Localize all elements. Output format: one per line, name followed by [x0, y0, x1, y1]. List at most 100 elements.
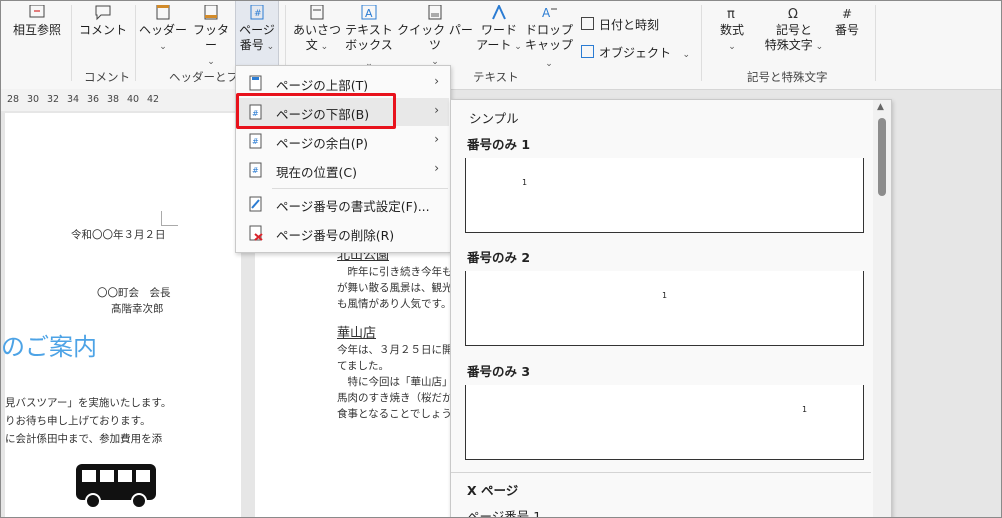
scrollbar-thumb[interactable] — [878, 118, 886, 196]
textbox-icon: A — [361, 5, 377, 20]
margin-marker — [161, 211, 178, 226]
document-author: 髙階幸次郎 — [111, 303, 164, 315]
symbol-label-2: 特殊文字 — [764, 38, 813, 52]
footer-icon — [204, 5, 218, 20]
section-line: が舞い散る風景は、観光 — [337, 282, 453, 294]
cross-reference-icon — [29, 5, 45, 18]
symbols-group-label: 記号と特殊文字 — [747, 70, 828, 84]
ruler-tick: 38 — [107, 94, 120, 105]
section-line: 昨年に引き続き今年も — [337, 266, 453, 278]
chevron-right-icon: › — [434, 74, 439, 88]
scroll-up-arrow-icon[interactable]: ▲ — [877, 102, 884, 112]
chevron-down-icon: ⌄ — [207, 57, 215, 67]
number-label: 番号 — [834, 23, 859, 37]
page-number-button[interactable]: # ページ 番号 ⌄ — [235, 1, 279, 66]
dropcap-label-1: ドロップ — [525, 23, 574, 37]
group-separator — [71, 5, 72, 81]
cross-reference-button[interactable]: 相互参照 — [9, 5, 65, 38]
comment-icon — [95, 5, 111, 21]
section-line: 今年は、３月２５日に開 — [337, 344, 453, 356]
comment-button[interactable]: コメント — [77, 5, 129, 38]
object-button[interactable]: オブジェクト ⌄ — [581, 45, 691, 63]
gallery-item-plain-number-1[interactable]: 1 — [465, 158, 864, 233]
dropcap-icon: A — [542, 6, 557, 20]
chevron-down-icon: ⌄ — [159, 42, 167, 52]
ruler-tick: 40 — [127, 94, 140, 105]
ruler-tick: 42 — [147, 94, 160, 105]
dropcap-button[interactable]: A ドロップ キャップ ⌄ — [525, 5, 573, 72]
chevron-down-icon: ⌄ — [263, 42, 275, 52]
document-date: 令和〇〇年３月２日 — [71, 229, 166, 241]
dropcap-label-2: キャップ — [525, 38, 574, 52]
menu-item-label: ページの上部(T) — [276, 78, 369, 93]
document-page-2[interactable]: 北山公園 昨年に引き続き今年も が舞い散る風景は、観光 も風情があり人気です。 … — [255, 236, 455, 517]
textbox-button[interactable]: A テキスト ボックス ⌄ — [343, 5, 395, 72]
wordart-button[interactable]: ワード アート ⌄ — [475, 5, 523, 55]
footer-label: フッター — [192, 23, 229, 52]
horizontal-ruler[interactable]: 28 30 32 34 36 38 40 42 — [1, 89, 241, 111]
footer-button[interactable]: フッター ⌄ — [189, 5, 233, 70]
gallery-item-label: 番号のみ 3 — [467, 364, 531, 379]
calendar-icon — [581, 17, 594, 30]
datetime-label: 日付と時刻 — [599, 18, 660, 32]
gallery-separator — [451, 472, 871, 473]
gallery-scrollbar[interactable]: ▲ — [873, 100, 891, 517]
header-label: ヘッダー — [139, 23, 188, 37]
object-label: オブジェクト — [599, 46, 672, 60]
gallery-item-plain-number-3[interactable]: 1 — [465, 385, 864, 460]
quick-parts-button[interactable]: クイック パーツ ⌄ — [397, 5, 473, 70]
symbol-button[interactable]: Ω 記号と 特殊文字 ⌄ — [759, 5, 829, 55]
chevron-right-icon: › — [434, 161, 439, 175]
menu-item-current-position[interactable]: # 現在の位置(C) › — [237, 156, 449, 184]
format-page-number-icon — [249, 196, 262, 212]
page-margin-icon: # — [249, 133, 262, 149]
document-page[interactable]: 令和〇〇年３月２日 〇〇町会 会長 髙階幸次郎 のご案内 見バスツアー」を実施い… — [1, 113, 241, 517]
section-line: 食事となることでしょう — [337, 408, 452, 420]
ruler-tick: 30 — [27, 94, 40, 105]
datetime-button[interactable]: 日付と時刻 — [581, 17, 691, 33]
menu-item-label: ページの余白(P) — [276, 136, 369, 151]
page-number-icon: # — [250, 5, 264, 20]
wordart-label-1: ワード — [480, 23, 517, 37]
group-separator — [701, 5, 702, 81]
ruler-tick: 28 — [7, 94, 20, 105]
section-title: 華山店 — [337, 326, 377, 341]
wordart-icon — [492, 5, 506, 20]
gallery-item-label: 番号のみ 2 — [467, 250, 531, 265]
svg-text:A: A — [365, 7, 373, 20]
group-separator — [875, 5, 876, 81]
menu-item-remove-page-numbers[interactable]: ページ番号の削除(R) — [237, 219, 449, 247]
gallery-item-plain-number-2[interactable]: 1 — [465, 271, 864, 346]
header-icon — [156, 5, 170, 20]
greeting-button[interactable]: あいさつ 文 ⌄ — [293, 5, 341, 55]
gallery-section-header: X ページ — [467, 483, 519, 498]
chevron-right-icon: › — [434, 103, 439, 117]
menu-item-format-page-numbers[interactable]: ページ番号の書式設定(F)... — [237, 190, 449, 218]
number-button[interactable]: # 番号 — [829, 5, 865, 38]
ribbon: 相互参照 コメント コメント ヘッダー ⌄ フッター ⌄ # ページ 番号 ⌄ ヘッ… — [1, 1, 1001, 90]
quick-parts-label: クイック パーツ — [397, 23, 473, 52]
highlight-box — [236, 93, 396, 129]
gallery-section-header: シンプル — [469, 111, 519, 126]
svg-text:Ω: Ω — [788, 7, 798, 21]
page-number-label-2: 番号 — [239, 38, 264, 52]
menu-separator — [272, 188, 448, 189]
svg-text:#: # — [252, 137, 259, 146]
chevron-right-icon: › — [434, 132, 439, 146]
document-org: 〇〇町会 会長 — [97, 287, 171, 299]
header-button[interactable]: ヘッダー ⌄ — [139, 5, 187, 55]
window: 相互参照 コメント コメント ヘッダー ⌄ フッター ⌄ # ページ 番号 ⌄ ヘッ… — [0, 0, 1002, 518]
menu-item-page-margins[interactable]: # ページの余白(P) › — [237, 127, 449, 155]
page-number-preview: 1 — [802, 405, 808, 414]
chevron-down-icon: ⌄ — [511, 42, 522, 52]
document-body-line: に会計係田中まで、参加費用を添 — [5, 433, 163, 445]
ruler-tick: 32 — [47, 94, 60, 105]
object-icon — [581, 45, 594, 58]
svg-text:π: π — [727, 7, 735, 21]
gallery-item-label: ページ番号 1 — [467, 509, 542, 518]
symbol-label-1: 記号と — [775, 23, 812, 37]
section-line: 馬肉のすき焼き（桜だか — [337, 392, 453, 404]
equation-button[interactable]: π 数式 ⌄ — [711, 5, 753, 55]
chevron-down-icon: ⌄ — [545, 59, 553, 69]
document-body-line: りお待ち申し上げております。 — [5, 415, 151, 427]
